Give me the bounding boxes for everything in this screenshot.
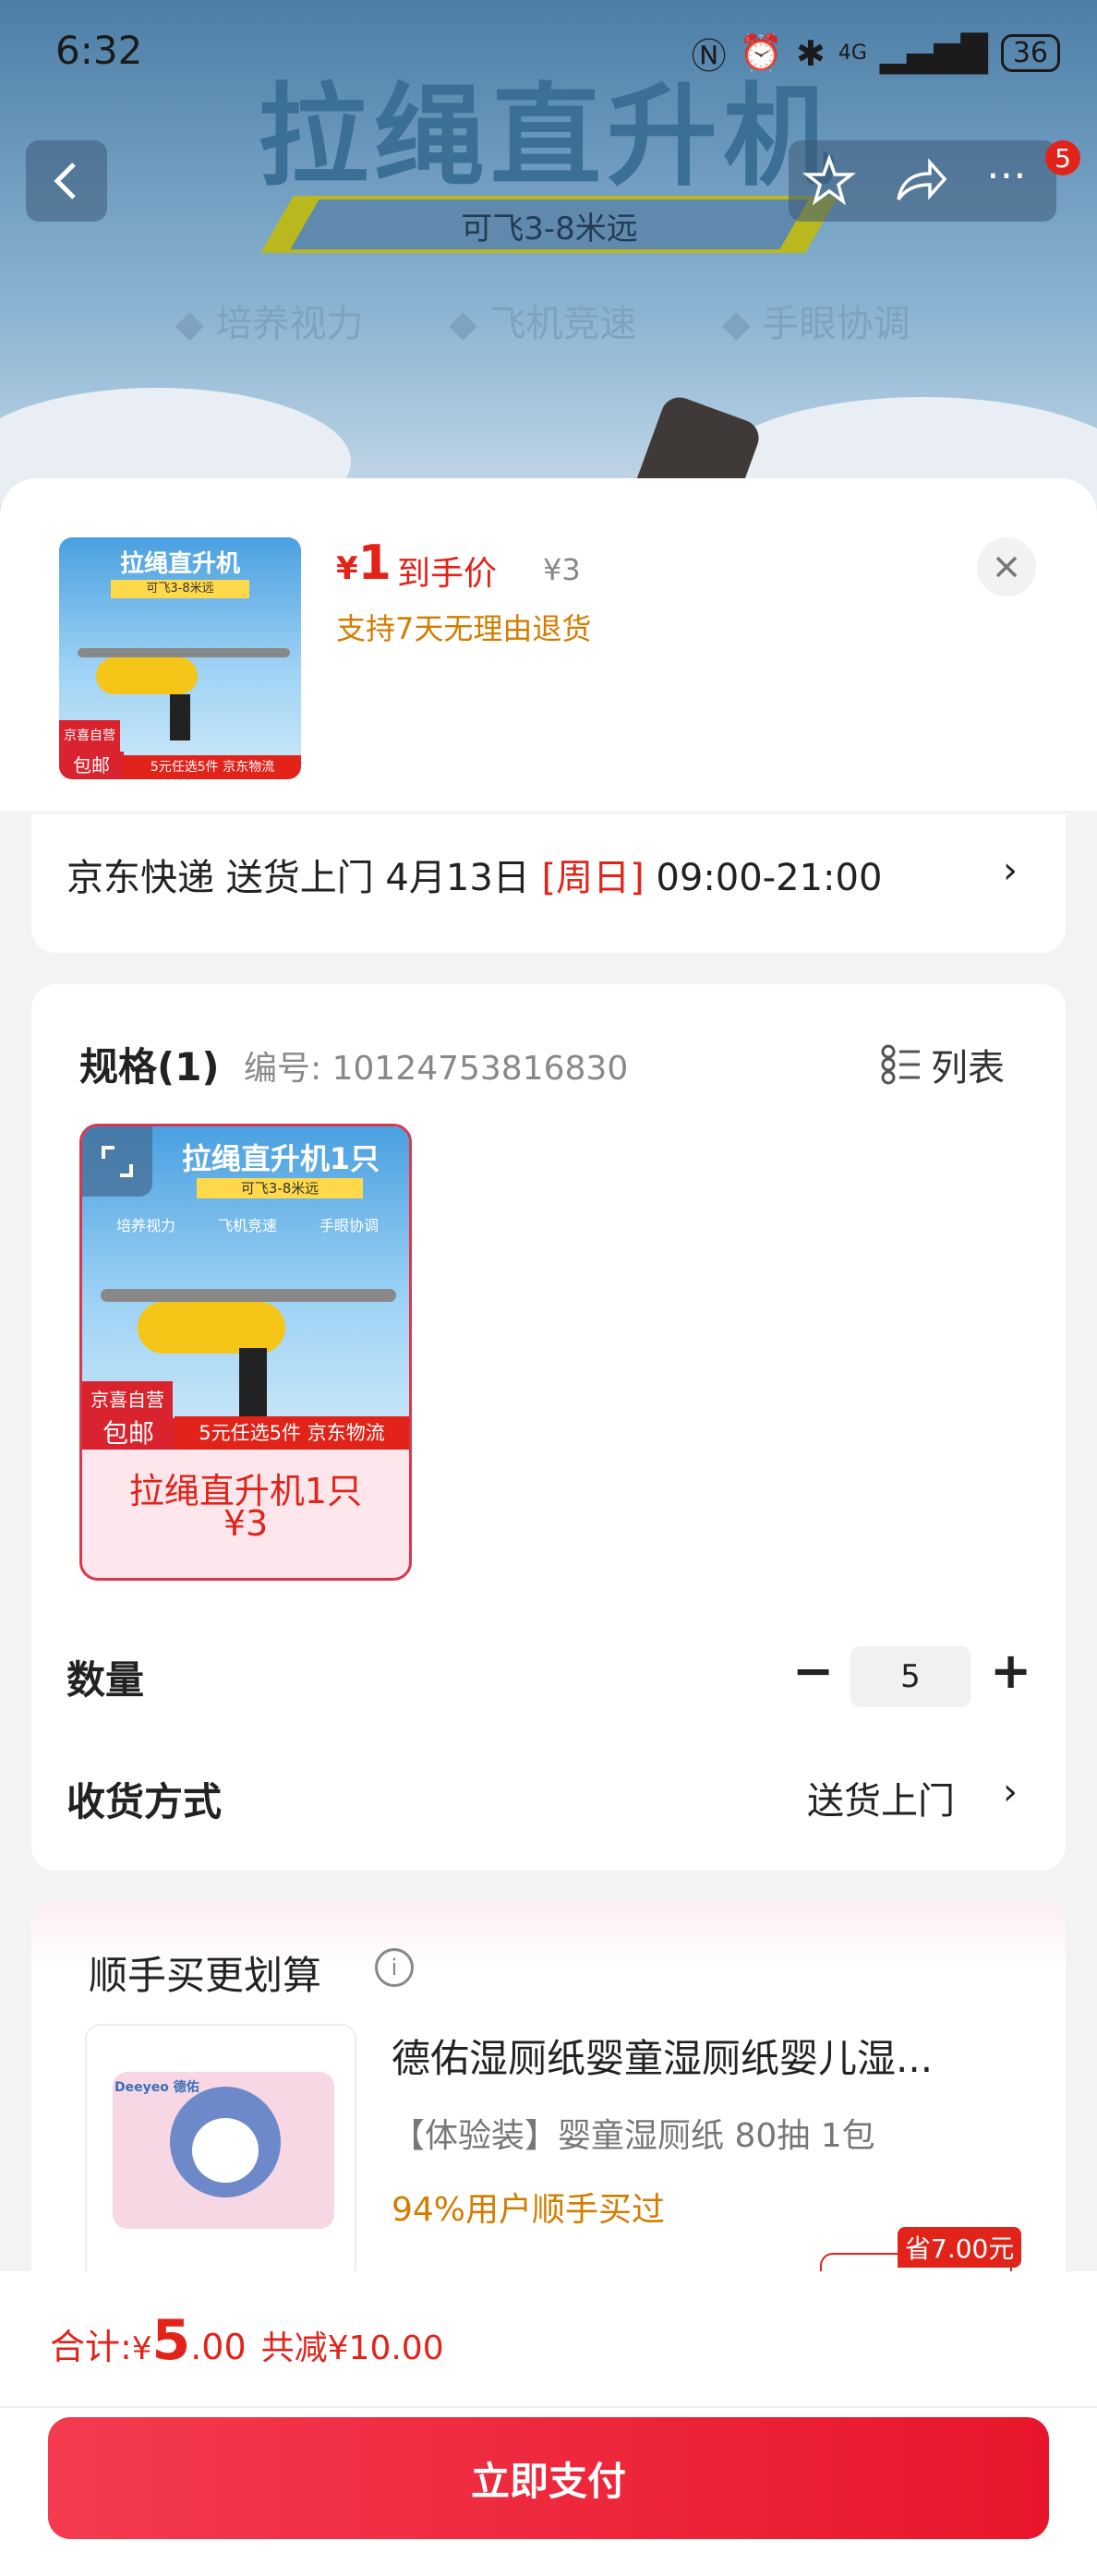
spec-option-price: ¥3 xyxy=(223,1503,269,1544)
quantity-input[interactable]: 5 xyxy=(850,1646,970,1707)
upsell-variant: 【体验装】婴童湿厕纸 80抽 1包 xyxy=(392,2117,875,2155)
quantity-label: 数量 xyxy=(66,1657,145,1703)
network-label: 4G xyxy=(838,42,867,65)
spec-option-selected[interactable]: 拉绳直升机1只 可飞3-8米远 培养视力 飞机竞速 手眼协调 京喜自营 包邮 5元任… xyxy=(79,1124,412,1581)
status-time: 6:32 xyxy=(55,28,143,73)
list-icon xyxy=(881,1044,920,1085)
close-icon xyxy=(995,556,1018,578)
upsell-title: 顺手买更划算 xyxy=(89,1953,322,1998)
chevron-right-icon: › xyxy=(1003,1771,1018,1813)
upsell-product-image[interactable]: Deeyeo 德佑 xyxy=(85,2024,356,2295)
back-arrow-icon xyxy=(54,163,76,199)
pay-now-button[interactable]: 立即支付 xyxy=(48,2417,1049,2539)
hero-feature: ◆ 培养视力 xyxy=(175,303,364,345)
spec-tag-top: 京喜自营 xyxy=(82,1381,173,1418)
total-discount: 共减¥10.00 xyxy=(260,2329,444,2367)
info-icon[interactable]: i xyxy=(375,1948,414,1987)
upsell-product-name[interactable]: 德佑湿厕纸婴童湿厕纸婴儿湿... xyxy=(392,2028,1038,2084)
helicopter-handle-shape xyxy=(239,1348,267,1416)
decrement-button[interactable]: − xyxy=(792,1642,834,1700)
chevron-right-icon: › xyxy=(1003,849,1018,892)
thumb-tag-top: 京喜自营 xyxy=(59,720,120,752)
back-button[interactable] xyxy=(26,140,107,222)
status-icons: Ⓝ ⏰ ✱ 4G ▂▄▆█ 36 xyxy=(692,28,1060,78)
return-policy: 支持7天无理由退货 xyxy=(336,611,592,646)
rotor-shape xyxy=(78,648,290,657)
brand-label: Deeyeo 德佑 xyxy=(115,2080,199,2095)
spec-label: 规格(1) xyxy=(79,1044,220,1089)
share-button[interactable] xyxy=(891,153,950,209)
star-icon xyxy=(802,153,857,206)
increment-button[interactable]: + xyxy=(990,1642,1031,1700)
spec-image-subtitle: 可飞3-8米远 xyxy=(197,1178,363,1198)
expand-button[interactable] xyxy=(82,1126,152,1197)
product-thumbnail[interactable]: 拉绳直升机 可飞3-8米远 京喜自营 包邮 5元任选5件 京东物流 xyxy=(59,537,301,779)
nfc-icon: Ⓝ xyxy=(691,36,727,77)
battery-indicator: 36 xyxy=(1000,34,1060,72)
hero-feature: ◆ 手眼协调 xyxy=(722,303,910,345)
spec-image-title: 拉绳直升机1只 xyxy=(181,1141,380,1176)
footer-divider xyxy=(0,2406,1097,2408)
thumb-subtitle: 可飞3-8米远 xyxy=(111,580,249,598)
thumb-tag-bottom: 包邮 xyxy=(59,752,124,779)
delivery-info: 京东快递 送货上门 4月13日 [周日] 09:00-21:00 xyxy=(66,857,883,899)
deal-price: ¥1 xyxy=(336,536,392,591)
spec-image-features: 培养视力 飞机竞速 手眼协调 xyxy=(115,1217,379,1234)
price-label: 到手价 xyxy=(397,555,498,593)
thumb-title: 拉绳直升机 xyxy=(119,550,240,578)
close-button[interactable] xyxy=(977,537,1036,596)
more-button[interactable]: ⋯ xyxy=(986,155,1045,203)
helicopter-body-shape xyxy=(96,657,198,694)
order-total: 合计: ¥ 5 .00 共减¥10.00 xyxy=(50,2308,444,2373)
save-tag: 省7.00元 xyxy=(898,2227,1022,2268)
bluetooth-icon: ✱ xyxy=(796,32,826,74)
shipping-label: 收货方式 xyxy=(66,1779,223,1824)
expand-icon xyxy=(102,1146,133,1177)
hero-subtitle: 可飞3-8米远 xyxy=(461,211,638,247)
rotor-shape xyxy=(101,1289,396,1302)
more-badge: 5 xyxy=(1045,140,1080,175)
thumb-strip: 5元任选5件 京东物流 xyxy=(124,755,301,779)
share-icon xyxy=(897,158,947,201)
spec-option-image: 拉绳直升机1只 可飞3-8米远 培养视力 飞机竞速 手眼协调 京喜自营 包邮 5元任… xyxy=(82,1126,409,1450)
penguin-face-shape xyxy=(192,2118,259,2183)
more-dots-icon: ⋯ xyxy=(986,151,1027,199)
alarm-icon: ⏰ xyxy=(739,32,784,73)
upsell-social-proof: 94%用户顺手买过 xyxy=(392,2191,666,2229)
list-view-toggle[interactable]: 列表 xyxy=(881,1038,1005,1091)
signal-icon: ▂▄▆█ xyxy=(879,32,988,74)
list-label: 列表 xyxy=(931,1047,1005,1089)
spec-tag-bottom: 包邮 xyxy=(82,1418,175,1450)
helicopter-handle-shape xyxy=(170,694,190,740)
spec-strip: 5元任选5件 京东物流 xyxy=(175,1416,409,1450)
hero-feature: ◆ 飞机竞速 xyxy=(449,303,637,345)
favorite-button[interactable] xyxy=(802,153,857,209)
shipping-value[interactable]: 送货上门 xyxy=(807,1771,955,1824)
sku-number: 编号: 10124753816830 xyxy=(244,1050,629,1088)
original-price: ¥3 xyxy=(543,552,581,587)
helicopter-body-shape xyxy=(138,1302,285,1354)
